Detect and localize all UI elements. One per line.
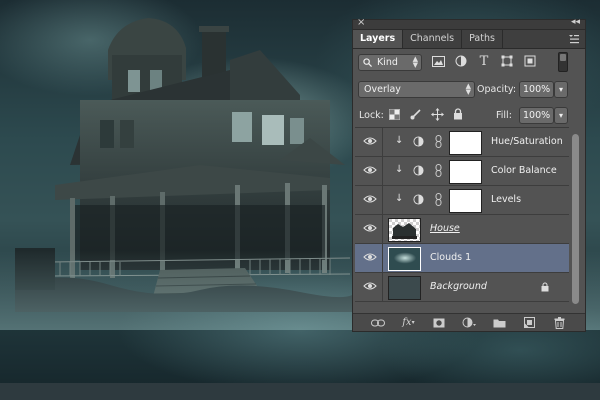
layer-mask-thumbnail[interactable] xyxy=(449,131,482,155)
layer-name[interactable]: Hue/Saturation xyxy=(491,136,563,147)
visibility-eye-icon[interactable] xyxy=(363,136,377,146)
panel-bottom-toolbar: fx ▾ xyxy=(353,313,585,331)
layer-thumbnail-clouds[interactable] xyxy=(388,247,421,271)
clipping-arrow-icon: ↓ xyxy=(395,164,404,175)
chevron-down-icon: ▾ xyxy=(558,85,563,94)
fill-value: 100% xyxy=(523,110,551,121)
search-icon xyxy=(363,58,372,67)
visibility-eye-icon[interactable] xyxy=(363,165,377,175)
column-divider xyxy=(382,186,383,214)
layer-name[interactable]: Clouds 1 xyxy=(430,252,471,263)
layer-mask-thumbnail[interactable] xyxy=(449,189,482,213)
fx-icon[interactable]: fx ▾ xyxy=(401,317,415,329)
image-filter-icon[interactable] xyxy=(431,54,445,68)
fill-input[interactable]: 100% xyxy=(519,107,554,124)
clipping-arrow-icon: ↓ xyxy=(395,193,404,204)
layer-thumbnail-background[interactable] xyxy=(388,276,421,300)
layer-row-house[interactable]: House xyxy=(355,215,569,244)
lock-transparency-icon[interactable] xyxy=(389,109,400,120)
lock-brush-icon[interactable] xyxy=(410,108,422,120)
filter-kind-select[interactable]: Kind ▲ ▼ xyxy=(358,54,422,71)
adjustment-layer-icon xyxy=(413,194,424,205)
column-divider xyxy=(382,273,383,301)
close-panel-icon[interactable]: × xyxy=(357,17,365,28)
chevron-updown-icon: ▲ ▼ xyxy=(465,82,471,96)
status-strip xyxy=(0,383,600,400)
clipping-arrow-icon: ↓ xyxy=(395,135,404,146)
column-divider xyxy=(382,128,383,156)
column-divider xyxy=(382,215,383,243)
filter-row: Kind ▲ ▼ T xyxy=(353,49,585,75)
blend-mode-select[interactable]: Overlay ▲ ▼ xyxy=(358,81,475,98)
layer-row-clouds-1[interactable]: Clouds 1 xyxy=(355,244,569,273)
opacity-label: Opacity: xyxy=(477,84,517,95)
column-divider xyxy=(382,157,383,185)
chevron-down-icon: ▾ xyxy=(558,111,563,120)
visibility-eye-icon[interactable] xyxy=(363,194,377,204)
lock-row: Lock: Fill: 100% ▾ xyxy=(353,101,585,127)
new-group-icon[interactable] xyxy=(492,317,506,329)
layer-row-levels[interactable]: ↓ Levels xyxy=(355,186,569,215)
layer-row-background[interactable]: Background xyxy=(355,273,569,302)
link-layers-icon[interactable] xyxy=(371,317,386,329)
layer-name[interactable]: Color Balance xyxy=(491,165,557,176)
lock-move-icon[interactable] xyxy=(431,108,444,121)
fill-label: Fill: xyxy=(496,110,512,121)
adjustment-layer-icon xyxy=(413,136,424,147)
fx-label: fx xyxy=(402,317,412,328)
layers-panel: × ◂◂ Layers Channels Paths Kind ▲ ▼ T Ov… xyxy=(352,17,586,332)
layer-list-scrollbar[interactable] xyxy=(572,134,579,304)
lock-label: Lock: xyxy=(359,110,384,121)
lock-all-icon[interactable] xyxy=(453,108,463,120)
layer-name[interactable]: House xyxy=(430,223,460,234)
new-adjustment-icon[interactable] xyxy=(462,317,476,329)
layer-locked-icon xyxy=(541,282,549,292)
layer-mask-thumbnail[interactable] xyxy=(449,160,482,184)
opacity-value: 100% xyxy=(523,84,551,95)
mask-link-icon[interactable] xyxy=(435,193,442,206)
visibility-eye-icon[interactable] xyxy=(363,252,377,262)
layer-name[interactable]: Background xyxy=(430,281,487,292)
layer-list: ↓ Hue/Saturation ↓ Color Balance ↓ Level… xyxy=(355,127,569,313)
panel-menu-icon[interactable] xyxy=(569,34,579,44)
tab-layers[interactable]: Layers xyxy=(353,30,404,48)
opacity-input[interactable]: 100% xyxy=(519,81,554,98)
mask-link-icon[interactable] xyxy=(435,135,442,148)
tab-channels[interactable]: Channels xyxy=(403,30,463,48)
trash-icon[interactable] xyxy=(553,316,567,329)
new-layer-icon[interactable] xyxy=(523,317,537,329)
adjustment-filter-icon[interactable] xyxy=(454,54,468,68)
type-filter-icon[interactable]: T xyxy=(477,54,491,69)
filter-kind-label: Kind xyxy=(377,57,398,68)
filter-icon-group: T xyxy=(431,54,537,69)
fill-dropdown-button[interactable]: ▾ xyxy=(554,107,568,124)
smart-object-filter-icon[interactable] xyxy=(523,54,537,68)
visibility-eye-icon[interactable] xyxy=(363,223,377,233)
chevron-updown-icon: ▲ ▼ xyxy=(412,55,418,69)
blend-mode-value: Overlay xyxy=(364,84,401,95)
add-mask-icon[interactable] xyxy=(432,317,446,329)
filter-toggle-switch[interactable] xyxy=(558,52,568,72)
mask-link-icon[interactable] xyxy=(435,164,442,177)
layer-thumbnail-house[interactable] xyxy=(388,218,421,242)
shape-filter-icon[interactable] xyxy=(500,54,514,68)
layer-row-color-balance[interactable]: ↓ Color Balance xyxy=(355,157,569,186)
panel-tabs: Layers Channels Paths xyxy=(353,30,585,49)
panel-title-strip: × ◂◂ xyxy=(353,17,585,30)
adjustment-layer-icon xyxy=(413,165,424,176)
collapse-panel-icon[interactable]: ◂◂ xyxy=(571,17,580,27)
visibility-eye-icon[interactable] xyxy=(363,281,377,291)
layer-name[interactable]: Levels xyxy=(491,194,521,205)
blend-row: Overlay ▲ ▼ Opacity: 100% ▾ xyxy=(353,75,585,101)
layer-row-hue-saturation[interactable]: ↓ Hue/Saturation xyxy=(355,128,569,157)
tab-paths[interactable]: Paths xyxy=(462,30,503,48)
opacity-dropdown-button[interactable]: ▾ xyxy=(554,81,568,98)
scrollbar-thumb[interactable] xyxy=(572,134,579,304)
column-divider xyxy=(382,244,383,272)
